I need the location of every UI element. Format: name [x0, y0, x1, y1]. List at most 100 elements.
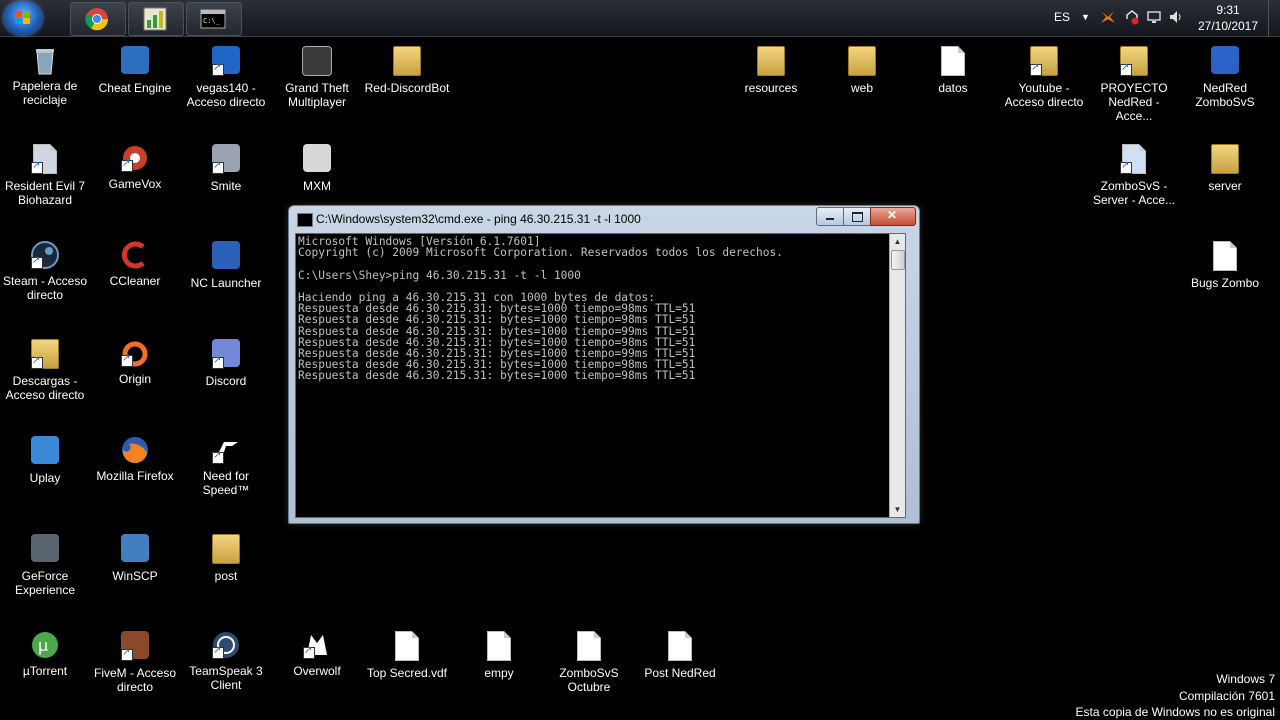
file-icon [941, 46, 965, 76]
taskbar-chart-app-button[interactable] [128, 2, 184, 36]
chrome-icon [85, 8, 109, 31]
console-output: Microsoft Windows [Versión 6.1.7601] Cop… [298, 236, 783, 382]
desktop-icon-label: vegas140 - Acceso directo [186, 81, 266, 109]
svg-text:C:\_: C:\_ [203, 17, 221, 25]
desktop-icon-top-secred[interactable]: Top Secred.vdf [362, 629, 452, 680]
cheat-engine-icon [121, 46, 149, 74]
desktop-icon-post[interactable]: post [181, 532, 271, 583]
language-indicator[interactable]: ES [1054, 10, 1070, 24]
desktop-icon-zombo-server[interactable]: ZomboSvS - Server - Acce... [1089, 142, 1179, 207]
desktop-icon-zombo-octubre[interactable]: ZomboSvS Octubre [544, 629, 634, 694]
cmd-console[interactable]: Microsoft Windows [Versión 6.1.7601] Cop… [295, 233, 906, 518]
desktop-icon-label: Smite [210, 179, 242, 193]
desktop-icon-label: web [850, 81, 873, 95]
vertical-scrollbar[interactable]: ▲ ▼ [889, 234, 905, 517]
desktop-icon-nc-launcher[interactable]: NC Launcher [181, 239, 271, 290]
desktop-icon-label: resources [744, 81, 798, 95]
gta-icon [302, 46, 332, 76]
file-icon [395, 631, 419, 661]
scroll-up-arrow-icon[interactable]: ▲ [890, 234, 905, 249]
volume-icon[interactable] [1168, 9, 1184, 25]
maximize-button[interactable] [843, 207, 871, 226]
desktop-icon-uplay[interactable]: Uplay [0, 434, 90, 485]
desktop-icon-firefox[interactable]: Mozilla Firefox [90, 434, 180, 483]
desktop-icon-label: Descargas - Acceso directo [5, 374, 85, 402]
cmd-window[interactable]: C:\Windows\system32\cmd.exe - ping 46.30… [288, 205, 920, 524]
clock-time[interactable]: 9:31 [1200, 3, 1256, 17]
desktop-icon-ccleaner[interactable]: CCleaner [90, 239, 180, 288]
scrollbar-thumb[interactable] [891, 250, 905, 270]
console-line: C:\Users\Shey>ping 46.30.215.31 -t -l 10… [298, 268, 581, 282]
minimize-button[interactable] [816, 207, 844, 226]
desktop-icon-descargas[interactable]: Descargas - Acceso directo [0, 337, 90, 402]
desktop-icon-datos[interactable]: datos [908, 44, 998, 95]
tray-expand-icon[interactable]: ▼ [1081, 12, 1090, 22]
desktop-icon-vegas[interactable]: vegas140 - Acceso directo [181, 44, 271, 109]
firefox-icon [122, 437, 148, 464]
cmd-titlebar[interactable]: C:\Windows\system32\cmd.exe - ping 46.30… [289, 206, 919, 232]
close-button[interactable] [870, 207, 916, 226]
desktop-icon-origin[interactable]: Origin [90, 337, 180, 386]
start-button[interactable] [4, 1, 42, 35]
desktop-icon-post-nedred[interactable]: Post NedRed [635, 629, 725, 680]
desktop-icon-overwolf[interactable]: Overwolf [272, 629, 362, 678]
desktop-icon-resources[interactable]: resources [726, 44, 816, 95]
taskbar-cmd-button[interactable]: C:\_ [186, 2, 242, 36]
winscp-icon [121, 534, 149, 562]
desktop-icon-server[interactable]: server [1180, 142, 1270, 193]
desktop-icon-resident-evil[interactable]: Resident Evil 7 Biohazard [0, 142, 90, 207]
desktop-icon-steam[interactable]: Steam - Acceso directo [0, 239, 90, 302]
desktop-icon-proyecto[interactable]: PROYECTO NedRed - Acce... [1089, 44, 1179, 123]
folder-icon [212, 534, 240, 564]
cmd-window-icon[interactable] [297, 213, 313, 227]
cmd-icon: C:\_ [200, 9, 226, 29]
desktop-icon-label: Grand Theft Multiplayer [285, 81, 349, 109]
desktop-icon-web[interactable]: web [817, 44, 907, 95]
chart-app-icon [143, 7, 167, 31]
desktop-icon-label: TeamSpeak 3 Client [189, 664, 263, 692]
desktop-icon-label: Youtube - Acceso directo [1004, 81, 1084, 109]
desktop-icon-recycle-bin[interactable]: Papelera de reciclaje [0, 44, 90, 107]
desktop-icon-gta[interactable]: Grand Theft Multiplayer [272, 44, 362, 109]
desktop-icon-label: MXM [303, 179, 331, 193]
desktop-icon-youtube[interactable]: Youtube - Acceso directo [999, 44, 1089, 109]
desktop-icon-label: GeForce Experience [14, 569, 76, 597]
recycle-bin-icon [36, 49, 54, 75]
desktop-icon-label: Bugs Zombo [1190, 276, 1260, 290]
desktop-icon-label: NedRed ZomboSvS [1195, 81, 1255, 109]
desktop-icon-nfs[interactable]: Need for Speed™ [181, 434, 271, 497]
antivirus-icon[interactable] [1100, 9, 1116, 25]
clock-date[interactable]: 27/10/2017 [1196, 19, 1260, 33]
desktop-icon-teamspeak[interactable]: TeamSpeak 3 Client [181, 629, 271, 692]
scroll-down-arrow-icon[interactable]: ▼ [890, 502, 905, 517]
network-icon[interactable] [1146, 9, 1162, 25]
desktop-icon-label: Discord [205, 374, 247, 388]
desktop-icon-mxm[interactable]: MXM [272, 142, 362, 193]
desktop-icon-discord[interactable]: Discord [181, 337, 271, 388]
desktop-icon-bugs-zombo[interactable]: Bugs Zombo [1180, 239, 1270, 290]
show-desktop-button[interactable] [1268, 0, 1280, 36]
desktop-icon-label: ZomboSvS Octubre [559, 666, 619, 694]
taskbar-chrome-button[interactable] [70, 2, 126, 36]
desktop-icon-smite[interactable]: Smite [181, 142, 271, 193]
desktop-icon-label: µTorrent [22, 664, 68, 678]
file-icon [487, 631, 511, 661]
desktop-icon-geforce[interactable]: GeForce Experience [0, 532, 90, 597]
desktop-icon-gamevox[interactable]: GameVox [90, 142, 180, 191]
desktop-icon-utorrent[interactable]: µ µTorrent [0, 629, 90, 678]
desktop-icon-label: Uplay [29, 471, 61, 485]
security-alert-icon[interactable] [1124, 9, 1140, 25]
console-line: Respuesta desde 46.30.215.31: bytes=1000… [298, 369, 696, 383]
watermark-line: Esta copia de Windows no es original [1075, 705, 1275, 719]
desktop-icon-fivem[interactable]: FiveM - Acceso directo [90, 629, 180, 694]
desktop-icon-label: Overwolf [293, 664, 341, 678]
desktop-icon-red-discordbot[interactable]: Red-DiscordBot [362, 44, 452, 95]
desktop-icon-empy[interactable]: empy [454, 629, 544, 680]
desktop-icon-nedred-zombosvs[interactable]: NedRed ZomboSvS [1180, 44, 1270, 109]
desktop-icon-winscp[interactable]: WinSCP [90, 532, 180, 583]
desktop-icon-label: Red-DiscordBot [364, 81, 450, 95]
desktop-icon-cheat-engine[interactable]: Cheat Engine [90, 44, 180, 95]
desktop-icon-label: CCleaner [109, 274, 161, 288]
svg-text:µ: µ [38, 636, 48, 655]
desktop-icon-label: Steam - Acceso directo [2, 274, 88, 302]
